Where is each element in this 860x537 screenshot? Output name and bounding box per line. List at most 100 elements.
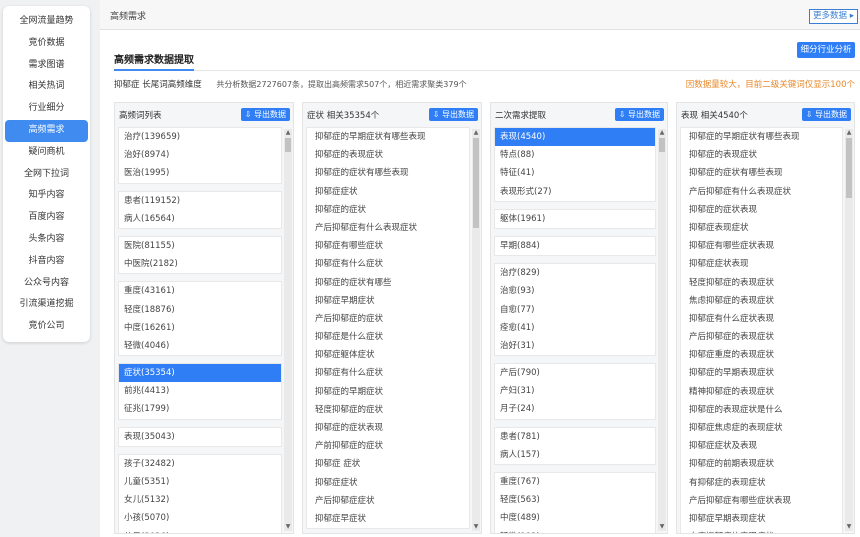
- list-item[interactable]: 产前抑郁症的症状: [307, 437, 469, 455]
- list-item[interactable]: 抑郁症有什么症状: [307, 364, 469, 382]
- list-item[interactable]: 患者(119152): [119, 192, 281, 210]
- scroll-thumb[interactable]: [285, 138, 291, 152]
- sidebar-item[interactable]: 全网下拉词: [3, 164, 90, 186]
- list-item[interactable]: 抑郁症的症状有哪些表现: [307, 164, 469, 182]
- export-data-button[interactable]: ⇩ 导出数据: [240, 108, 290, 121]
- sidebar-item[interactable]: 竞价公司: [3, 316, 90, 338]
- list-item[interactable]: 表现(35043): [119, 428, 281, 446]
- sidebar-item[interactable]: 头条内容: [3, 229, 90, 251]
- list-item[interactable]: 特点(88): [495, 146, 655, 164]
- list-item[interactable]: 躯体(1961): [495, 210, 655, 228]
- list-item[interactable]: 中医院(2182): [119, 255, 281, 273]
- list-item[interactable]: 抑郁症的表现症状: [681, 146, 842, 164]
- list-item[interactable]: 精神抑郁症的表现症状: [681, 383, 842, 401]
- more-data-button[interactable]: 更多数据 ▸: [809, 9, 858, 24]
- list-item[interactable]: 抑郁症的症状有哪些表现: [681, 164, 842, 182]
- list-item[interactable]: 抑郁症重度的表现症状: [681, 346, 842, 364]
- list-item[interactable]: 轻度抑郁症的症状: [307, 401, 469, 419]
- list-item[interactable]: 儿子(3026): [119, 528, 281, 533]
- list-item[interactable]: 病人(157): [495, 446, 655, 464]
- list-item[interactable]: 中度(489): [495, 509, 655, 527]
- list-item[interactable]: 产后抑郁症的表现症状: [681, 328, 842, 346]
- list-item[interactable]: 症状(35354): [119, 364, 281, 383]
- scroll-thumb[interactable]: [659, 138, 665, 152]
- scrollbar[interactable]: ▲ ▼: [845, 129, 853, 531]
- list-item[interactable]: 治愈(93): [495, 282, 655, 300]
- list-item[interactable]: 抑郁症 症状: [307, 455, 469, 473]
- list-item[interactable]: 医院(81155): [119, 237, 281, 255]
- export-data-button[interactable]: ⇩ 导出数据: [801, 108, 851, 121]
- export-data-button[interactable]: ⇩ 导出数据: [614, 108, 664, 121]
- export-data-button[interactable]: ⇩ 导出数据: [428, 108, 478, 121]
- scroll-thumb[interactable]: [473, 138, 479, 228]
- list-item[interactable]: 产妇(31): [495, 382, 655, 400]
- list-item[interactable]: 抑郁症的症状表现: [307, 419, 469, 437]
- sidebar-item[interactable]: 公众号内容: [3, 273, 90, 295]
- list-item[interactable]: 抑郁症的症状表现: [681, 201, 842, 219]
- list-item[interactable]: 早期(884): [495, 237, 655, 255]
- list-item[interactable]: 重度(767): [495, 473, 655, 491]
- list-item[interactable]: 产后抑郁症的症状: [307, 310, 469, 328]
- list-item[interactable]: 中度(16261): [119, 319, 281, 337]
- industry-analysis-button[interactable]: 细分行业分析: [797, 42, 855, 58]
- list-item[interactable]: 产后(790): [495, 364, 655, 382]
- list-item[interactable]: 表现形式(27): [495, 183, 655, 201]
- list-item[interactable]: 抑郁症的症状有哪些: [307, 274, 469, 292]
- scroll-up-icon[interactable]: ▲: [845, 129, 853, 137]
- list-item[interactable]: 自愈(77): [495, 301, 655, 319]
- sidebar-item[interactable]: 相关热词: [3, 76, 90, 98]
- scrollbar[interactable]: ▲ ▼: [658, 129, 666, 531]
- list-item[interactable]: 焦虑抑郁症的表现症状: [681, 292, 842, 310]
- list-item[interactable]: 治疗(829): [495, 264, 655, 282]
- list-item[interactable]: 抑郁症躯体症状: [307, 346, 469, 364]
- list-item[interactable]: 抑郁症有哪些症状表现: [681, 237, 842, 255]
- list-item[interactable]: 特征(41): [495, 164, 655, 182]
- list-item[interactable]: 抑郁症有什么症状表现: [681, 310, 842, 328]
- list-item[interactable]: 轻微(193): [495, 528, 655, 533]
- list-item[interactable]: 小孩(5070): [119, 509, 281, 527]
- list-item[interactable]: 抑郁症的早期症状: [307, 383, 469, 401]
- list-item[interactable]: 中度抑郁症的表现症状: [681, 528, 842, 533]
- list-item[interactable]: 抑郁症焦虑症的表现症状: [681, 419, 842, 437]
- list-item[interactable]: 抑郁症早期症状: [307, 292, 469, 310]
- list-item[interactable]: 治好(8974): [119, 146, 281, 164]
- list-item[interactable]: 治疗(139659): [119, 128, 281, 146]
- list-item[interactable]: 产后抑郁症有哪些症状表现: [681, 492, 842, 510]
- list-item[interactable]: 治好(31): [495, 337, 655, 355]
- list-item[interactable]: 抑郁症有哪些症状: [307, 237, 469, 255]
- sidebar-item[interactable]: 疑问商机: [3, 142, 90, 164]
- scroll-down-icon[interactable]: ▼: [284, 523, 292, 531]
- list-item[interactable]: 抑郁症的早期症状有哪些表现: [681, 128, 842, 146]
- sidebar-item[interactable]: 全网流量趋势: [3, 11, 90, 33]
- list-item[interactable]: 轻微(4046): [119, 337, 281, 355]
- sidebar-item[interactable]: 引流渠道挖掘: [3, 294, 90, 316]
- sidebar-item[interactable]: 高频需求: [5, 119, 88, 142]
- list-item[interactable]: 患者(781): [495, 428, 655, 446]
- list-item[interactable]: 轻度(563): [495, 491, 655, 509]
- list-item[interactable]: 抑郁症早期表现症状: [681, 510, 842, 528]
- list-item[interactable]: 表现(4540): [495, 128, 655, 147]
- list-item[interactable]: 抑郁症症状: [307, 474, 469, 492]
- list-item[interactable]: 征兆(1799): [119, 400, 281, 418]
- sidebar-item[interactable]: 抖音内容: [3, 251, 90, 273]
- list-item[interactable]: 抑郁症症状表现: [681, 255, 842, 273]
- scrollbar[interactable]: ▲ ▼: [472, 129, 480, 531]
- list-item[interactable]: 抑郁症有什么症状: [307, 255, 469, 273]
- list-item[interactable]: 轻度抑郁症的表现症状: [681, 274, 842, 292]
- list-item[interactable]: 抑郁症的前期表现症状: [681, 455, 842, 473]
- list-item[interactable]: 抑郁症表现症状: [681, 219, 842, 237]
- list-item[interactable]: 有抑郁症的表现症状: [681, 474, 842, 492]
- sidebar-item[interactable]: 行业细分: [3, 98, 90, 120]
- list-item[interactable]: 医治(1995): [119, 164, 281, 182]
- scroll-up-icon[interactable]: ▲: [658, 129, 666, 137]
- list-item[interactable]: 孩子(32482): [119, 455, 281, 473]
- list-item[interactable]: 抑郁症的表现症状是什么: [681, 401, 842, 419]
- list-item[interactable]: 前兆(4413): [119, 382, 281, 400]
- list-item[interactable]: 女儿(5132): [119, 491, 281, 509]
- scroll-thumb[interactable]: [846, 138, 852, 198]
- scroll-down-icon[interactable]: ▼: [845, 523, 853, 531]
- list-item[interactable]: 抑郁症早症状: [307, 510, 469, 528]
- list-item[interactable]: 病人(16564): [119, 210, 281, 228]
- list-item[interactable]: 抑郁症的早期症状有哪些表现: [307, 128, 469, 146]
- list-item[interactable]: 产后抑郁症有什么表现症状: [307, 219, 469, 237]
